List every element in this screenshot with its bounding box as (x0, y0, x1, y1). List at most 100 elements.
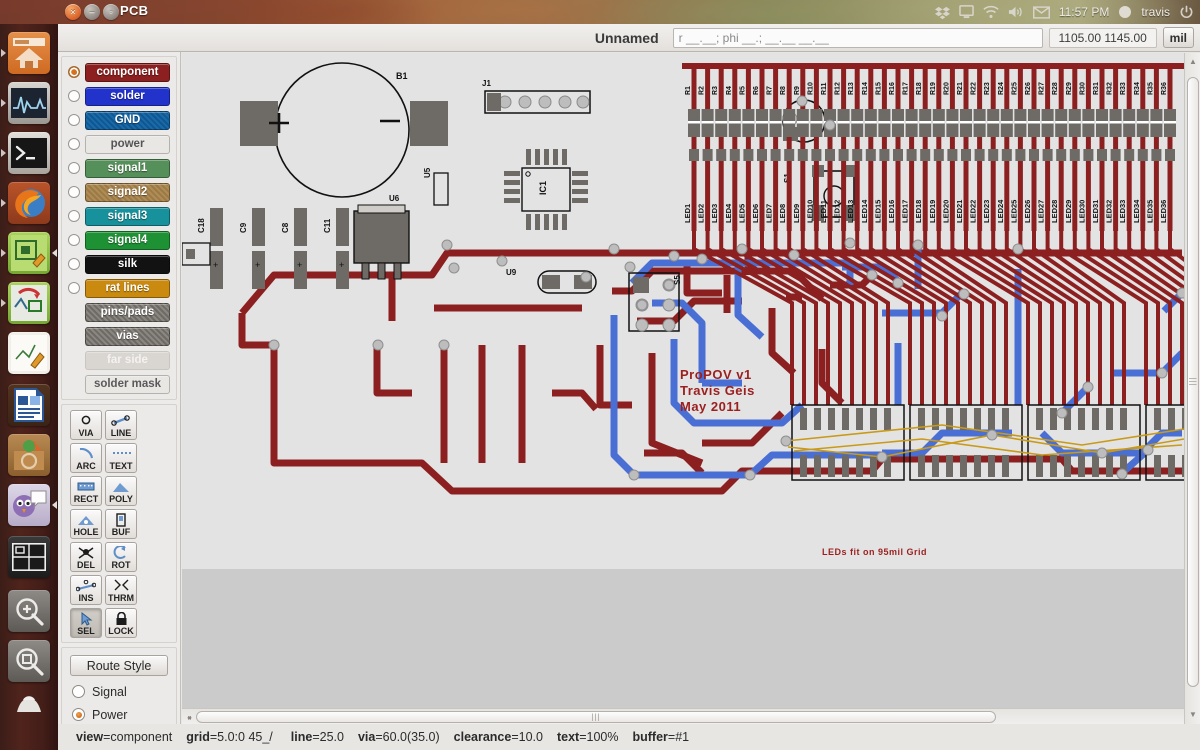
tool-button-rot[interactable]: ROT (105, 542, 137, 572)
layer-button-silk[interactable]: silk (85, 254, 170, 274)
layer-radio-rat-lines[interactable] (68, 282, 80, 294)
layer-row-power[interactable]: power (64, 132, 174, 156)
layer-row-signal4[interactable]: signal4 (64, 228, 174, 252)
tool-button-poly[interactable]: POLY (105, 476, 137, 506)
layer-radio-silk[interactable] (68, 258, 80, 270)
pcb-layout-drawing[interactable]: B1 C18 C9 C8 C11 + + + + U6 U5 J1 IC1 U9… (182, 53, 1184, 733)
tool-button-buf[interactable]: BUF (105, 509, 137, 539)
layer-row-GND[interactable]: GND (64, 108, 174, 132)
layer-button-rat-lines[interactable]: rat lines (85, 278, 170, 298)
tool-button-del[interactable]: DEL (70, 542, 102, 572)
launcher-item-gschem[interactable] (0, 278, 58, 328)
clock[interactable]: 11:57 PM (1059, 5, 1109, 19)
layer-radio-GND[interactable] (68, 114, 80, 126)
led-refdes-label: LED25 (1009, 200, 1018, 223)
resistor-pad (906, 149, 917, 161)
unity-launcher[interactable] (0, 24, 58, 750)
route-style-button[interactable]: Route Style (70, 655, 168, 676)
layer-button-signal3[interactable]: signal3 (85, 206, 170, 226)
scroll-right-arrow-icon[interactable]: ▸ (185, 712, 195, 722)
vertical-scrollbar-thumb[interactable]: ||| (1187, 77, 1199, 687)
username-menu[interactable]: travis (1141, 5, 1170, 19)
tool-button-sel[interactable]: SEL (70, 608, 102, 638)
dropbox-icon[interactable] (934, 5, 950, 20)
scroll-up-arrow-icon[interactable]: ▲ (1188, 56, 1198, 66)
pcb-canvas[interactable]: B1 C18 C9 C8 C11 + + + + U6 U5 J1 IC1 U9… (182, 53, 1184, 733)
display-icon[interactable] (959, 5, 974, 19)
horizontal-scrollbar-thumb[interactable]: ||| (196, 711, 996, 723)
coordinate-entry-field[interactable]: r __.__; phi __.; __.__ __.__ (672, 27, 1043, 48)
tool-button-via[interactable]: VIA (70, 410, 102, 440)
layer-button-signal2[interactable]: signal2 (85, 182, 170, 202)
route-style-radio-signal[interactable] (72, 685, 85, 698)
layer-radio-signal3[interactable] (68, 210, 80, 222)
window-controls[interactable]: × – ▫ (65, 4, 119, 20)
launcher-item-firefox[interactable] (0, 178, 58, 228)
tool-button-hole[interactable]: HOLE (70, 509, 102, 539)
tool-button-lock[interactable]: LOCK (105, 608, 137, 638)
launcher-item-zoom-region[interactable] (0, 636, 58, 686)
layer-radio-solder[interactable] (68, 90, 80, 102)
layer-button-component[interactable]: component (85, 62, 170, 82)
mail-icon[interactable] (1032, 5, 1050, 19)
volume-icon[interactable] (1008, 5, 1024, 19)
layer-radio-power[interactable] (68, 138, 80, 150)
system-tray[interactable]: 11:57 PM travis (934, 0, 1194, 24)
layer-radio-signal1[interactable] (68, 162, 80, 174)
layer-button-solder-mask[interactable]: solder mask (85, 374, 170, 394)
scroll-down-arrow-icon[interactable]: ▼ (1188, 709, 1198, 719)
layer-button-signal1[interactable]: signal1 (85, 158, 170, 178)
layer-row-signal1[interactable]: signal1 (64, 156, 174, 180)
layer-button-far-side[interactable]: far side (85, 350, 170, 370)
launcher-item-pcb-editor[interactable] (0, 228, 58, 278)
launcher-item-terminal[interactable] (0, 128, 58, 178)
launcher-item-libreoffice[interactable] (0, 380, 58, 430)
tool-button-ins[interactable]: INS (70, 575, 102, 605)
layer-row-far-side[interactable]: far side (64, 348, 174, 372)
layer-row-signal2[interactable]: signal2 (64, 180, 174, 204)
close-window-icon[interactable]: × (65, 4, 81, 20)
tool-button-arc[interactable]: ARC (70, 443, 102, 473)
layer-button-GND[interactable]: GND (85, 110, 170, 130)
launcher-item-pidgin[interactable] (0, 480, 58, 530)
layer-radio-signal4[interactable] (68, 234, 80, 246)
layer-button-signal4[interactable]: signal4 (85, 230, 170, 250)
tool-button-line[interactable]: LINE (105, 410, 137, 440)
maximize-window-icon[interactable]: ▫ (103, 4, 119, 20)
launcher-item-zoom-in[interactable] (0, 586, 58, 636)
layer-button-vias[interactable]: vias (85, 326, 170, 346)
launcher-item-system-monitor[interactable] (0, 78, 58, 128)
launcher-item-workspace-switcher[interactable] (0, 532, 58, 582)
layer-row-solder[interactable]: solder (64, 84, 174, 108)
tool-button-thrm[interactable]: THRM (105, 575, 137, 605)
layer-row-rat-lines[interactable]: rat lines (64, 276, 174, 300)
launcher-item-files-home[interactable] (0, 28, 58, 78)
vertical-scrollbar[interactable]: ▲ ||| ▼ ▸ (1184, 53, 1200, 733)
launcher-item-ubuntu-software[interactable] (0, 430, 58, 480)
tool-button-rect[interactable]: RECT (70, 476, 102, 506)
layer-row-solder-mask[interactable]: solder mask (64, 372, 174, 396)
route-style-option-power[interactable]: Power (64, 703, 174, 726)
power-icon[interactable] (1179, 5, 1194, 20)
layer-row-signal3[interactable]: signal3 (64, 204, 174, 228)
minimize-window-icon[interactable]: – (84, 4, 100, 20)
wifi-icon[interactable] (983, 5, 999, 19)
layer-row-silk[interactable]: silk (64, 252, 174, 276)
unit-toggle-button[interactable]: mil (1162, 27, 1194, 48)
layer-button-pins-pads[interactable]: pins/pads (85, 302, 170, 322)
layer-button-solder[interactable]: solder (85, 86, 170, 106)
layer-radio-signal2[interactable] (68, 186, 80, 198)
tool-button-text[interactable]: TEXT (105, 443, 137, 473)
layer-row-pins-pads[interactable]: pins/pads (64, 300, 174, 324)
layer-row-vias[interactable]: vias (64, 324, 174, 348)
via (780, 435, 792, 447)
user-status-icon[interactable] (1118, 5, 1132, 19)
launcher-item-trash[interactable] (0, 686, 58, 722)
launcher-item-gerber-viewer[interactable] (0, 328, 58, 378)
layer-row-component[interactable]: component (64, 60, 174, 84)
route-style-radio-power[interactable] (72, 708, 85, 721)
layer-button-power[interactable]: power (85, 134, 170, 154)
layer-radio-component[interactable] (68, 66, 80, 78)
route-style-option-signal[interactable]: Signal (64, 680, 174, 703)
horizontal-scrollbar[interactable]: ◂ ||| ▸ (182, 708, 1184, 724)
